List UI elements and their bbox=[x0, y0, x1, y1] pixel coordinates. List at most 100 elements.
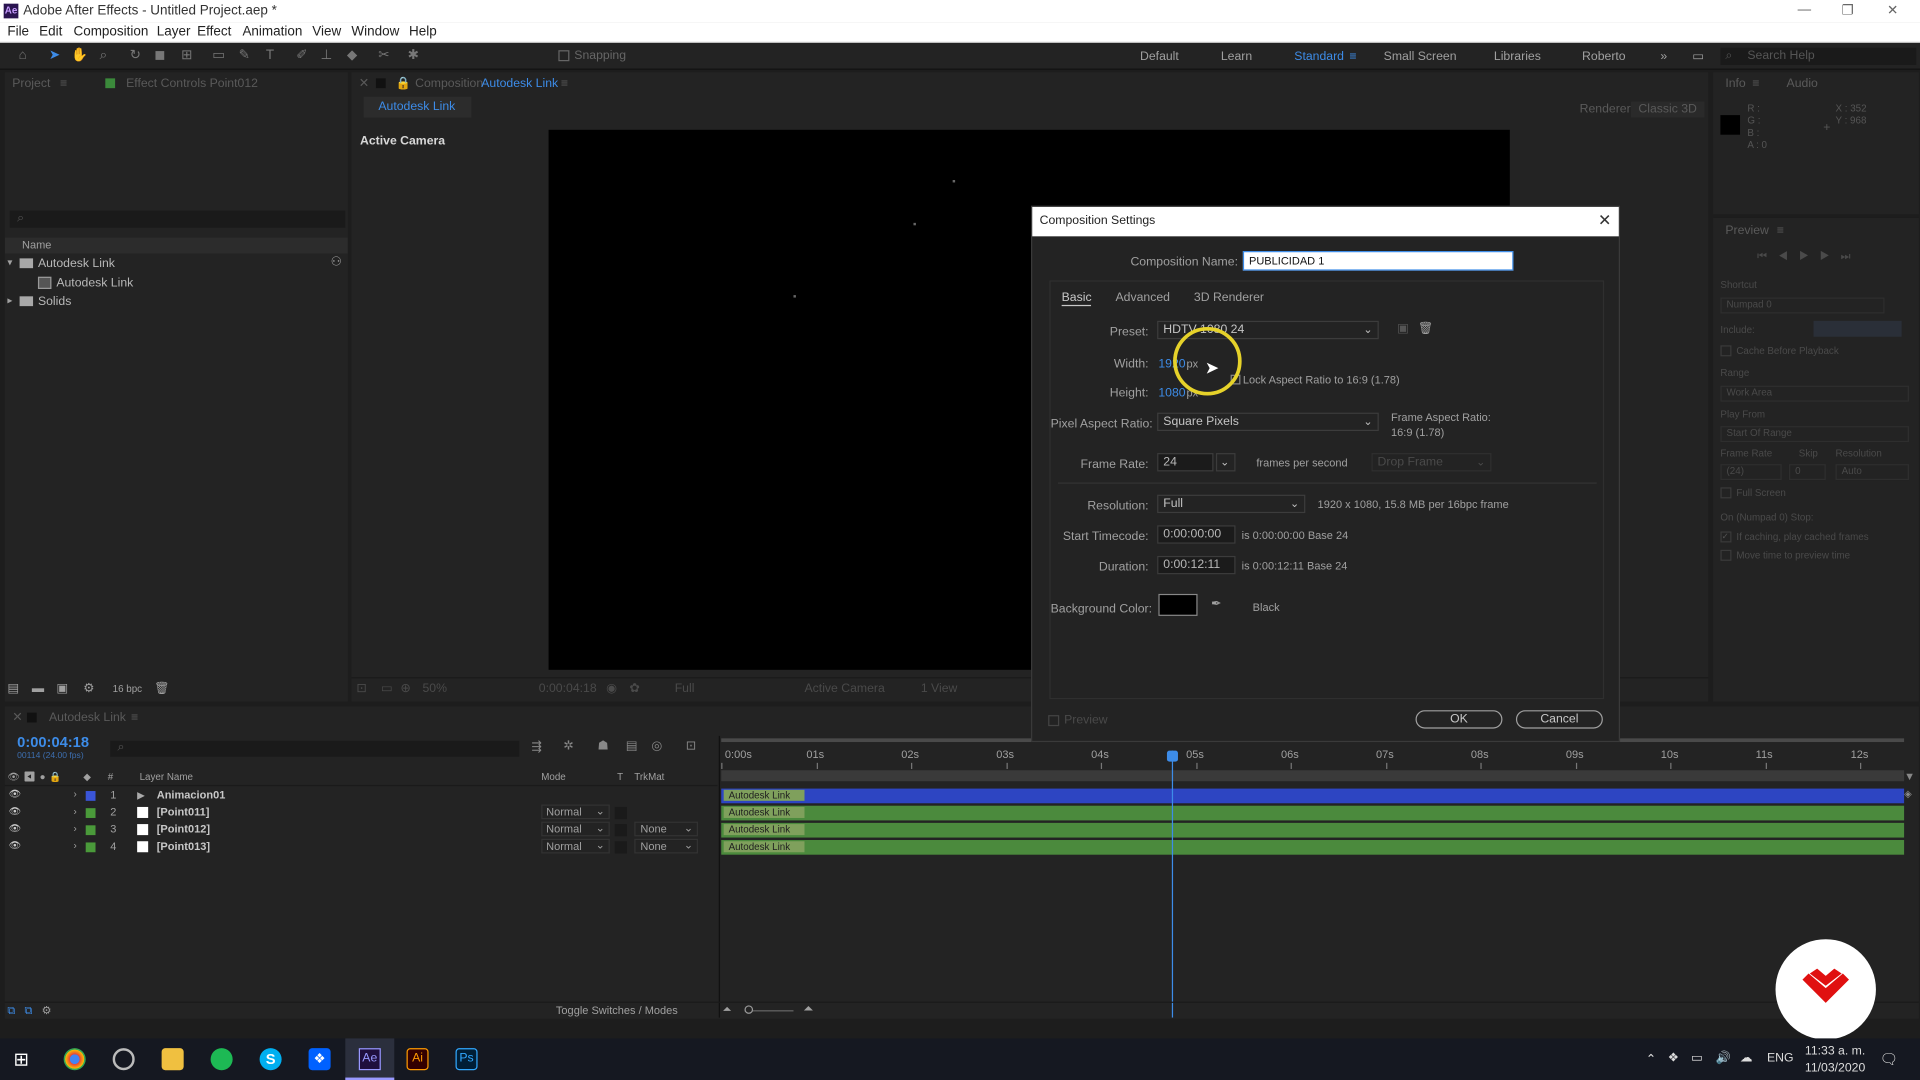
layer-label-color[interactable] bbox=[85, 842, 96, 853]
layer-name[interactable]: [Point012] bbox=[157, 823, 210, 835]
pan-behind-tool-icon[interactable]: ⊞ bbox=[179, 48, 195, 64]
project-item[interactable]: ▸ Solids bbox=[5, 294, 348, 311]
project-item[interactable]: ▾ Autodesk Link ⚇ bbox=[5, 256, 348, 273]
clock-date[interactable]: 11/03/2020 bbox=[1805, 1062, 1865, 1075]
visibility-eye-icon[interactable]: 👁 bbox=[9, 806, 21, 817]
zoom-out-icon[interactable]: ⏶ bbox=[722, 1003, 731, 1016]
comp-button-icon[interactable]: ◈ bbox=[1904, 789, 1912, 800]
show-channel-icon[interactable]: ✿ bbox=[629, 682, 639, 695]
shortcut-dropdown[interactable]: Numpad 0 bbox=[1720, 297, 1885, 314]
interpret-footage-icon[interactable]: ▤ bbox=[7, 682, 19, 695]
tab-info[interactable]: Info bbox=[1725, 77, 1745, 90]
monitor-icon[interactable]: ▭ bbox=[381, 682, 393, 695]
height-value[interactable]: 1080 bbox=[1158, 387, 1185, 400]
trkmat-dropdown[interactable]: None ⌄ bbox=[634, 838, 698, 854]
close-timeline-tab-icon[interactable]: ✕ bbox=[12, 711, 22, 724]
layer-mode-dropdown[interactable]: Normal ⌄ bbox=[541, 804, 610, 820]
volume-icon[interactable]: 🔊 bbox=[1716, 1052, 1731, 1065]
save-preset-icon[interactable]: ▣ bbox=[1397, 322, 1409, 335]
layer-mode-dropdown[interactable]: Normal ⌄ bbox=[541, 838, 610, 854]
include-toggles[interactable] bbox=[1813, 320, 1902, 337]
menu-composition[interactable]: Composition bbox=[73, 24, 148, 39]
3d-view-dropdown[interactable]: Active Camera bbox=[804, 682, 884, 695]
comp-mini-flowchart-icon[interactable]: ⇶ bbox=[531, 741, 541, 754]
tray-expand-icon[interactable]: ⌃ bbox=[1646, 1053, 1656, 1066]
trkmat-column[interactable]: TrkMat bbox=[634, 771, 664, 782]
expand-layer-icon[interactable]: › bbox=[73, 789, 76, 800]
collapse-arrow-icon[interactable]: ▸ bbox=[7, 295, 12, 306]
lock-icon[interactable] bbox=[375, 78, 386, 89]
layer-name[interactable]: Animacion01 bbox=[157, 789, 226, 801]
resolution-dropdown[interactable]: Full bbox=[675, 682, 695, 695]
trkmat-dropdown[interactable]: None ⌄ bbox=[634, 821, 698, 837]
layer-label-color[interactable] bbox=[85, 825, 96, 836]
project-search-field[interactable]: ⌕ bbox=[9, 210, 346, 228]
layer-name[interactable]: [Point013] bbox=[157, 840, 210, 852]
layer-mode-dropdown[interactable]: Normal ⌄ bbox=[541, 821, 610, 837]
timeline-menu-icon[interactable]: ≡ bbox=[131, 711, 138, 724]
playback-controls[interactable]: ⏮◀▶▶⏭ bbox=[1757, 250, 1861, 263]
tab-effect-controls[interactable]: Effect Controls Point012 bbox=[126, 77, 258, 90]
frame-rate-dropdown[interactable]: ⌄ bbox=[1215, 453, 1236, 472]
mode-column[interactable]: Mode bbox=[541, 771, 566, 782]
label-column-icon[interactable]: ◆ bbox=[83, 771, 91, 782]
workspace-standard[interactable]: Standard bbox=[1294, 50, 1344, 63]
close-window-button[interactable]: ✕ bbox=[1887, 2, 1898, 19]
clock-time[interactable]: 11:33 a. m. bbox=[1805, 1044, 1865, 1057]
layer-name-column[interactable]: Layer Name bbox=[140, 771, 193, 782]
dropbox-icon[interactable]: ❖ bbox=[308, 1048, 331, 1071]
menu-effect[interactable]: Effect bbox=[197, 24, 231, 39]
clone-stamp-tool-icon[interactable]: ⊥ bbox=[318, 48, 334, 64]
layer-name[interactable]: [Point011] bbox=[157, 806, 210, 818]
motion-blur-icon[interactable]: ◎ bbox=[651, 740, 662, 753]
preview-menu-icon[interactable]: ≡ bbox=[1777, 224, 1784, 237]
zoom-bar[interactable] bbox=[721, 770, 1905, 782]
orbit-tool-icon[interactable]: ↻ bbox=[127, 48, 143, 64]
minimize-button[interactable]: — bbox=[1798, 2, 1811, 17]
brush-tool-icon[interactable]: ✐ bbox=[294, 48, 310, 64]
zoom-in-icon[interactable]: ⏶ bbox=[803, 1003, 813, 1016]
comp-name-input[interactable]: PUBLICIDAD 1 bbox=[1242, 251, 1514, 271]
preserve-transparency-box[interactable] bbox=[614, 824, 627, 837]
t-column[interactable]: T bbox=[617, 771, 623, 782]
info-menu-icon[interactable]: ≡ bbox=[1752, 77, 1759, 90]
layer-switches-icon[interactable]: ⧉ bbox=[7, 1004, 15, 1017]
transfer-controls-icon[interactable]: ⧉ bbox=[24, 1004, 32, 1017]
full-screen-checkbox[interactable] bbox=[1720, 487, 1732, 499]
toggle-switches-modes[interactable]: Toggle Switches / Modes bbox=[556, 1004, 678, 1016]
workspace-menu-icon[interactable]: ≡ bbox=[1349, 50, 1356, 63]
tab-advanced[interactable]: Advanced bbox=[1116, 291, 1170, 304]
layer-row[interactable]: 👁 › 4 [Point013] Normal ⌄ None ⌄ bbox=[5, 838, 718, 856]
time-ruler[interactable]: 0:00s 01s 02s 03s 04s 05s 06s 07s 08s 09s 10s 11s 12… bbox=[721, 736, 1905, 787]
layer-duration-bar[interactable]: Autodesk Link bbox=[721, 788, 1905, 804]
zoom-slider-thumb[interactable] bbox=[744, 1005, 754, 1014]
menu-animation[interactable]: Animation bbox=[242, 24, 302, 39]
mask-visibility-icon[interactable]: ⊕ bbox=[400, 682, 410, 695]
new-composition-icon[interactable]: ▣ bbox=[56, 682, 68, 695]
file-explorer-icon[interactable] bbox=[161, 1048, 184, 1071]
layer-row[interactable]: 👁 › 1 ▶ Animacion01 bbox=[5, 787, 718, 804]
project-settings-icon[interactable]: ⚙ bbox=[83, 682, 94, 695]
frame-rate-dropdown[interactable]: (24) bbox=[1720, 464, 1782, 481]
zoom-tool-icon[interactable]: ⌕ bbox=[96, 48, 112, 64]
stretch-icon[interactable]: ⚙ bbox=[42, 1004, 52, 1017]
camera-tool-icon[interactable]: ◼ bbox=[152, 48, 168, 64]
background-color-swatch[interactable] bbox=[1158, 593, 1198, 616]
resolution-dropdown[interactable]: Full ⌄ bbox=[1157, 494, 1306, 514]
duration-input[interactable]: 0:00:12:11 bbox=[1157, 555, 1236, 575]
project-item[interactable]: Autodesk Link bbox=[5, 276, 348, 293]
layer-search-field[interactable]: ⌕ bbox=[110, 740, 520, 757]
tab-project[interactable]: Project bbox=[12, 77, 50, 90]
layer-label-color[interactable] bbox=[85, 791, 96, 801]
cached-frames-checkbox[interactable]: ✓ bbox=[1720, 531, 1732, 543]
language-indicator[interactable]: ENG bbox=[1767, 1052, 1794, 1065]
visibility-eye-icon[interactable]: 👁 bbox=[9, 789, 21, 800]
zoom-dropdown[interactable]: 50% bbox=[422, 682, 447, 695]
view-layout-dropdown[interactable]: 1 View bbox=[921, 682, 958, 695]
range-dropdown[interactable]: Work Area bbox=[1720, 385, 1909, 402]
puppet-tool-icon[interactable]: ✱ bbox=[405, 48, 421, 64]
cache-checkbox[interactable] bbox=[1720, 345, 1732, 357]
workspace-learn[interactable]: Learn bbox=[1221, 50, 1252, 63]
after-effects-taskbar-button[interactable]: Ae bbox=[345, 1038, 395, 1080]
close-dialog-icon[interactable]: ✕ bbox=[1598, 211, 1611, 231]
